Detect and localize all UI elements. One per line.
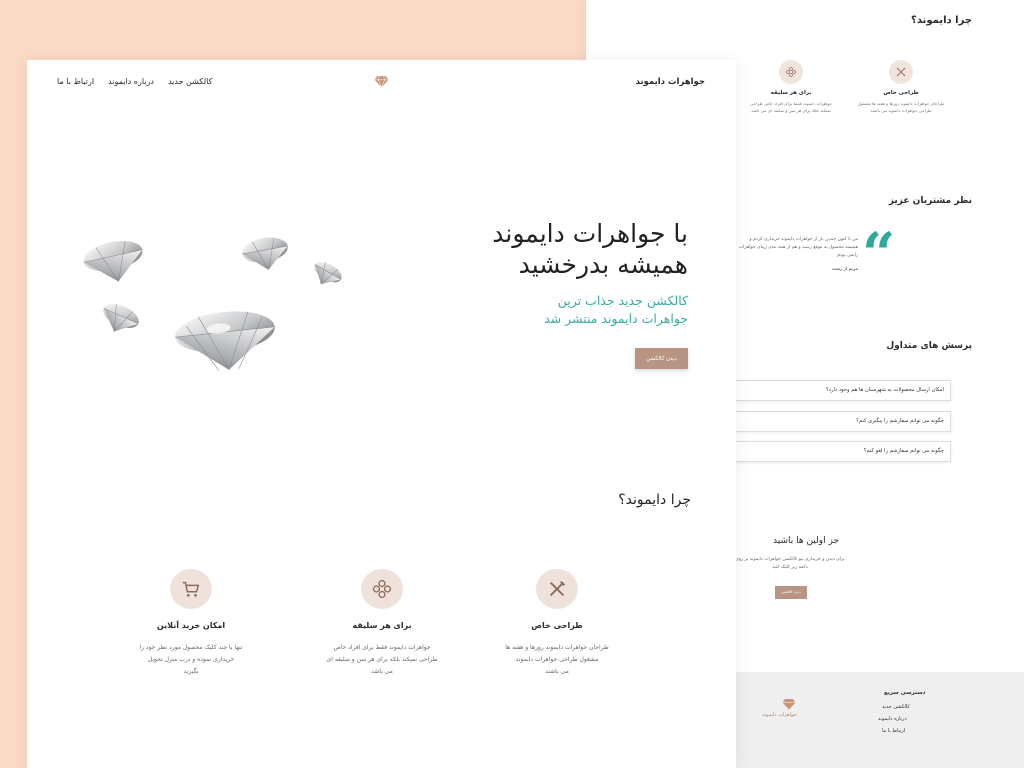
- feature-description: طراحان جواهرات دایموند روزها و هفته ها م…: [857, 101, 945, 113]
- feature-description-line: بگیرید: [183, 668, 199, 675]
- feature-description: تنها با چند کلیک محصول مورد نظر خود را خ…: [121, 642, 261, 678]
- feature-description-line: جواهرات دایموند فقط برای افراد خاص: [333, 644, 431, 651]
- landing-page: جواهرات دایموند کالکشن جدید درباره دایمو…: [27, 60, 736, 768]
- hero-subtitle-line: کالکشن جدید جذاب ترین: [557, 293, 688, 308]
- faq-heading: پرسش های متداول: [886, 341, 972, 351]
- faq-item[interactable]: چگونه می توانم سفارشم را لغو کنم؟: [732, 441, 951, 462]
- quick-access-heading: دسترسی سریع: [884, 690, 926, 696]
- feature-special-design: طراحی خاص طراحان جواهرات دایموند روزها و…: [856, 60, 946, 114]
- feature-description: طراحان جواهرات دایموند روزها و هفته ها م…: [487, 642, 627, 678]
- feature-description-line: می باشد: [371, 668, 393, 675]
- hero-subtitle: کالکشن جدید جذاب ترین جواهرات دایموند من…: [544, 292, 688, 328]
- feature-title: طراحی خاص: [531, 621, 583, 630]
- feature-special-design: طراحی خاص طراحان جواهرات دایموند روزها و…: [487, 569, 627, 678]
- feature-description-line: طراحی نمیکند بلکه برای هر سن و سلیقه ای: [326, 656, 438, 663]
- nav-contact[interactable]: ارتباط با ما: [57, 77, 94, 86]
- feature-every-taste: برای هر سلیقه جواهرات دایموند فقط برای ا…: [746, 60, 836, 114]
- diamonds-image: [83, 237, 342, 372]
- feature-title: برای هر سلیقه: [770, 90, 812, 96]
- why-diamond-heading: چرا دایموند؟: [911, 15, 972, 26]
- feature-description: جواهرات دایموند فقط برای افراد خاص طراحی…: [750, 101, 832, 113]
- feature-title: طراحی خاص: [883, 90, 919, 96]
- footer-link[interactable]: کالکشن جدید: [882, 704, 910, 710]
- hero-title-line: با جواهرات دایموند: [492, 219, 688, 248]
- quote-icon: “: [862, 220, 896, 288]
- pencil-ruler-icon: [536, 569, 578, 609]
- pencil-ruler-icon: [889, 60, 913, 84]
- feature-title: امکان خرید آنلاین: [156, 621, 226, 630]
- view-collection-button[interactable]: دیدن کالکشن: [775, 586, 807, 599]
- feature-description-line: طراحان جواهرات دایموند روزها و هفته ها: [505, 644, 609, 651]
- hero-title: با جواهرات دایموند همیشه بدرخشید: [492, 218, 688, 280]
- flower-pattern-icon: [361, 569, 403, 609]
- feature-description-line: خریداری نموده و درب منزل تحویل: [147, 656, 235, 663]
- feature-description-line: تنها با چند کلیک محصول مورد نظر خود را: [139, 644, 243, 651]
- faq-item[interactable]: امکان ارسال محصولات به شهرستان ها هم وجو…: [732, 380, 951, 401]
- feature-every-taste: برای هر سلیقه جواهرات دایموند فقط برای ا…: [312, 569, 452, 678]
- feature-description-line: می باشند: [545, 668, 569, 675]
- testimonial-card: من تا کنون چندین بار از جواهرات دایموند …: [736, 236, 858, 274]
- feature-title: برای هر سلیقه: [352, 621, 412, 630]
- cta-heading: جز اولین ها باشید: [773, 536, 839, 546]
- nav-new-collection[interactable]: کالکشن جدید: [168, 77, 212, 86]
- why-diamond-heading: چرا دایموند؟: [618, 492, 691, 508]
- site-brand[interactable]: جواهرات دایموند: [635, 77, 705, 87]
- hero-subtitle-line: جواهرات دایموند منتشر شد: [544, 311, 688, 326]
- footer-link[interactable]: درباره دایموند: [878, 716, 907, 722]
- testimonial-text: من تا کنون چندین بار از جواهرات دایموند …: [738, 237, 858, 258]
- faq-item[interactable]: چگونه می توانم سفارشم را پیگیری کنم؟: [732, 411, 951, 432]
- flower-pattern-icon: [779, 60, 803, 84]
- cta-description: برای دیدن و خریداری نیو کالکشن جواهرات د…: [735, 557, 845, 570]
- view-collection-button[interactable]: دیدن کالکشن: [635, 348, 688, 369]
- testimonials-heading: نظر مشتریان عزیز: [888, 196, 972, 206]
- testimonial-author: مریم از رشت: [831, 267, 858, 272]
- cart-icon: [170, 569, 212, 609]
- diamond-logo-icon[interactable]: [374, 73, 389, 92]
- main-nav: کالکشن جدید درباره دایموند ارتباط با ما: [57, 77, 212, 86]
- hero-title-line: همیشه بدرخشید: [518, 250, 688, 279]
- nav-about[interactable]: درباره دایموند: [108, 77, 154, 86]
- footer-link[interactable]: ارتباط با ما: [882, 728, 905, 734]
- feature-description-line: مشغول طراحی جواهرات دایموند: [515, 656, 599, 663]
- footer-brand: جواهرات دایموند: [762, 712, 797, 718]
- feature-description: جواهرات دایموند فقط برای افراد خاص طراحی…: [312, 642, 452, 678]
- feature-online-purchase: امکان خرید آنلاین تنها با چند کلیک محصول…: [121, 569, 261, 678]
